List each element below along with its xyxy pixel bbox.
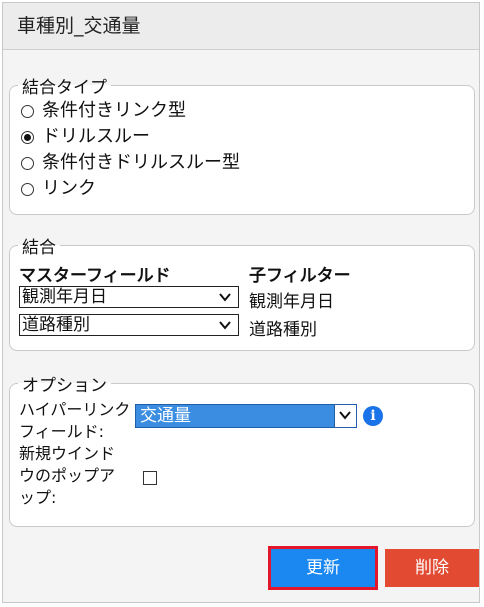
radio-drill-through[interactable]: ドリルスルー — [21, 124, 150, 150]
join-type-legend: 結合タイプ — [22, 78, 107, 98]
chevron-down-icon — [219, 321, 231, 330]
radio-button-icon[interactable] — [21, 182, 34, 196]
radio-label: リンク — [42, 178, 96, 199]
child-filter-header: 子フィルター — [249, 266, 351, 286]
radio-button-selected-icon[interactable] — [21, 130, 34, 144]
delete-button[interactable]: 削除 — [385, 549, 479, 587]
select-value: 交通量 — [140, 406, 191, 426]
chevron-down-icon — [339, 411, 351, 420]
options-legend: オプション — [22, 376, 107, 396]
child-filter-value-1: 観測年月日 — [249, 292, 334, 312]
child-filter-value-2: 道路種別 — [249, 320, 317, 340]
update-button[interactable]: 更新 — [268, 546, 378, 590]
panel-title: 車種別_交通量 — [3, 3, 479, 50]
radio-label: 条件付きドリルスルー型 — [42, 152, 240, 173]
radio-label: ドリルスルー — [42, 126, 150, 147]
select-value: 道路種別 — [22, 315, 90, 335]
radio-button-icon[interactable] — [21, 104, 34, 118]
radio-link[interactable]: リンク — [21, 176, 96, 202]
master-field-header: マスターフィールド — [19, 266, 171, 286]
radio-conditional-link[interactable]: 条件付きリンク型 — [21, 98, 186, 124]
master-field-select-1[interactable]: 観測年月日 — [19, 286, 239, 308]
info-icon[interactable]: i — [363, 406, 383, 426]
master-field-select-2[interactable]: 道路種別 — [19, 314, 239, 336]
new-window-popup-label: 新規ウインドウのポップアップ: — [19, 444, 116, 507]
hyperlink-field-select[interactable]: 交通量 — [135, 404, 357, 428]
radio-label: 条件付きリンク型 — [42, 100, 186, 121]
radio-button-icon[interactable] — [21, 156, 34, 170]
radio-conditional-drill-through[interactable]: 条件付きドリルスルー型 — [21, 150, 240, 176]
hyperlink-field-label: ハイパーリンクフィールド: — [19, 400, 131, 441]
traffic-join-panel: 車種別_交通量 結合タイプ 条件付きリンク型 ドリルスルー 条件付きドリルスルー… — [2, 2, 480, 603]
join-legend: 結合 — [22, 238, 56, 258]
select-value: 観測年月日 — [22, 287, 107, 307]
dropdown-button[interactable] — [334, 405, 356, 427]
chevron-down-icon — [219, 293, 231, 302]
new-window-popup-checkbox[interactable] — [143, 471, 157, 485]
